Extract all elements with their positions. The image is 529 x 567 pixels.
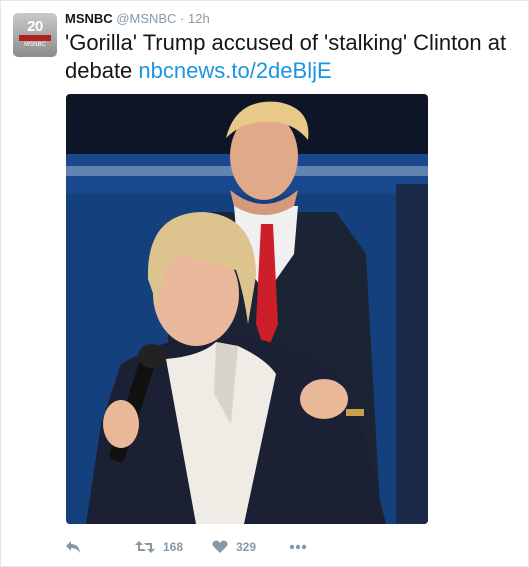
timestamp[interactable]: 12h — [188, 11, 210, 26]
avatar-sub: MSNBC — [24, 42, 46, 48]
more-button[interactable] — [289, 544, 319, 550]
retweet-count: 168 — [163, 540, 184, 554]
separator: · — [180, 11, 185, 26]
tweet-card[interactable]: 20 MSNBC MSNBC @MSNBC · 12h 'Gorilla' Tr… — [0, 0, 529, 567]
avatar-number: 20 — [27, 18, 43, 35]
like-button[interactable]: 329 — [212, 540, 289, 554]
author-name[interactable]: MSNBC — [65, 11, 113, 26]
avatar[interactable]: 20 MSNBC — [13, 13, 57, 57]
reply-button[interactable] — [65, 540, 135, 554]
tweet-actions: 168 329 — [65, 537, 319, 557]
tweet-text: 'Gorilla' Trump accused of 'stalking' Cl… — [65, 29, 525, 85]
tweet-photo[interactable] — [66, 94, 428, 524]
debate-photo — [66, 94, 428, 524]
heart-icon — [212, 540, 228, 553]
more-icon — [289, 544, 307, 550]
tweet-link[interactable]: nbcnews.to/2deBljE — [138, 58, 331, 83]
tweet-header: MSNBC @MSNBC · 12h — [65, 11, 210, 27]
retweet-icon — [135, 541, 155, 553]
avatar-band — [19, 35, 51, 41]
reply-icon — [66, 541, 80, 553]
retweet-button[interactable]: 168 — [135, 540, 212, 554]
like-count: 329 — [236, 540, 257, 554]
author-handle[interactable]: @MSNBC — [116, 11, 176, 26]
